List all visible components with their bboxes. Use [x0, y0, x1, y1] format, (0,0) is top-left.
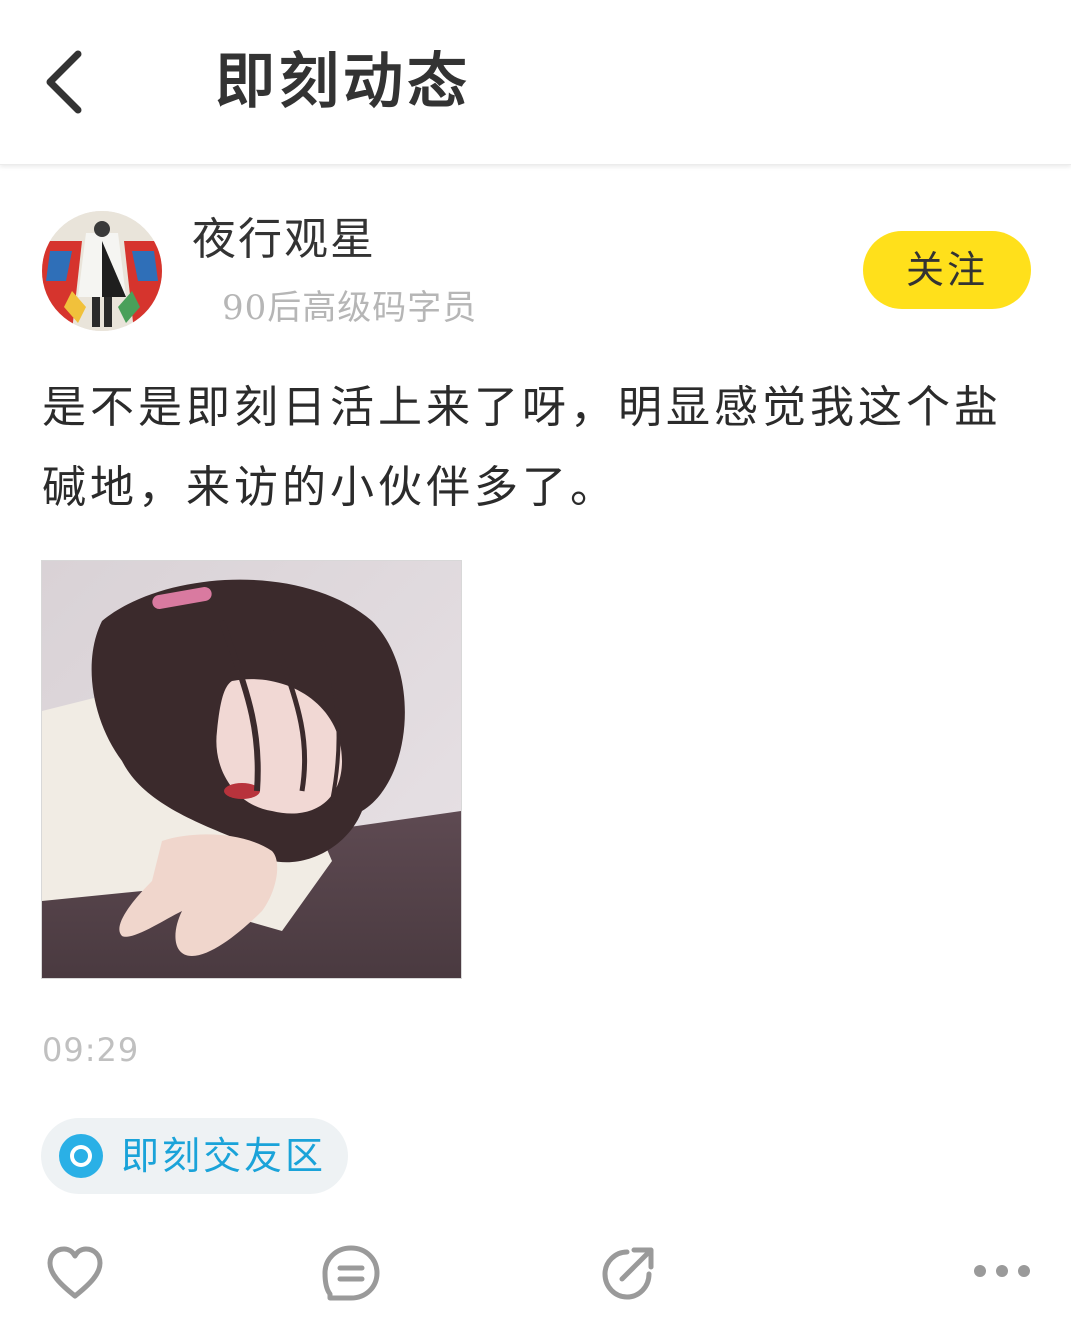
topic-tag[interactable]: 即刻交友区	[41, 1118, 348, 1194]
post-timestamp: 09:29	[42, 1031, 140, 1069]
user-tagline: 90后高级码字员	[222, 288, 478, 328]
comment-icon	[322, 1245, 380, 1301]
chevron-left-icon	[46, 50, 82, 114]
topic-label: 即刻交友区	[121, 1134, 327, 1178]
top-bar: 即刻动态	[0, 0, 1071, 165]
more-button[interactable]	[966, 1238, 1038, 1308]
post-content: 是不是即刻日活上来了呀，明显感觉我这个盐碱地，来访的小伙伴多了。	[42, 382, 1002, 513]
topic-circle-icon	[59, 1134, 103, 1178]
back-button[interactable]	[30, 40, 100, 120]
username[interactable]: 夜行观星	[192, 210, 376, 270]
follow-button[interactable]: 关注	[863, 231, 1031, 309]
comment-button[interactable]	[316, 1238, 386, 1308]
more-dots-icon	[974, 1265, 1030, 1277]
avatar-image	[42, 211, 162, 331]
share-icon	[602, 1247, 654, 1300]
page-title: 即刻动态	[215, 47, 471, 117]
photo-illustration	[42, 561, 461, 978]
post-image[interactable]	[41, 560, 462, 979]
share-button[interactable]	[594, 1238, 664, 1308]
like-button[interactable]	[40, 1238, 110, 1308]
avatar[interactable]	[42, 211, 162, 331]
heart-icon	[47, 1246, 103, 1299]
